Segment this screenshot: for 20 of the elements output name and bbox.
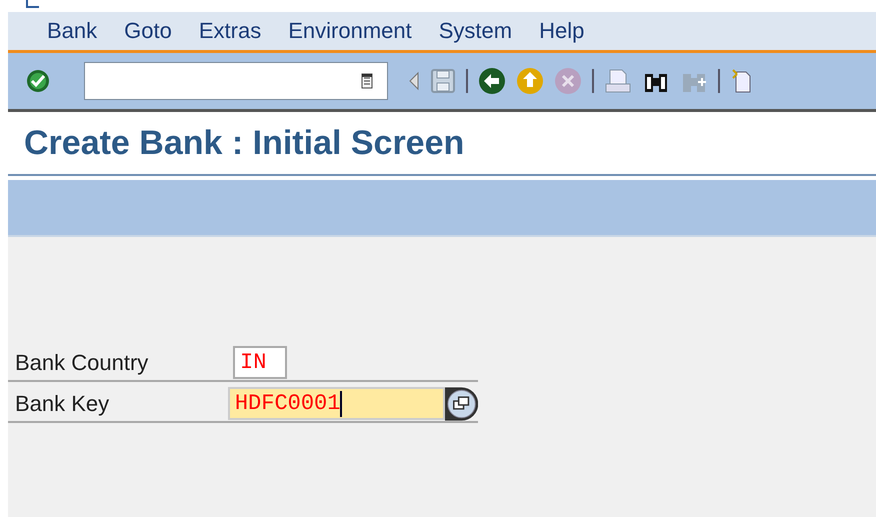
- field-label: Bank Key: [14, 390, 110, 416]
- command-field[interactable]: [84, 62, 388, 100]
- checkmark-icon[interactable]: [26, 69, 50, 93]
- menu-item[interactable]: System: [438, 18, 512, 44]
- save-icon[interactable]: [430, 68, 456, 94]
- back-triangle-icon[interactable]: [408, 71, 420, 91]
- print-icon[interactable]: [604, 68, 632, 94]
- menu-item[interactable]: Help: [539, 18, 584, 44]
- screen-title: Create Bank : Initial Screen: [24, 124, 464, 162]
- document-icon[interactable]: [730, 68, 752, 94]
- search-help-icon[interactable]: [444, 386, 478, 420]
- menu-item[interactable]: Bank: [47, 18, 98, 44]
- window-icon: [26, 0, 40, 8]
- list-icon[interactable]: [361, 73, 373, 89]
- menu-item[interactable]: Environment: [288, 18, 412, 44]
- cancel-icon[interactable]: [554, 67, 582, 95]
- menu-item[interactable]: Extras: [198, 18, 262, 44]
- input-field[interactable]: IN: [233, 346, 287, 379]
- field-label: Bank Country: [14, 350, 150, 376]
- menu-item[interactable]: Goto: [124, 18, 172, 44]
